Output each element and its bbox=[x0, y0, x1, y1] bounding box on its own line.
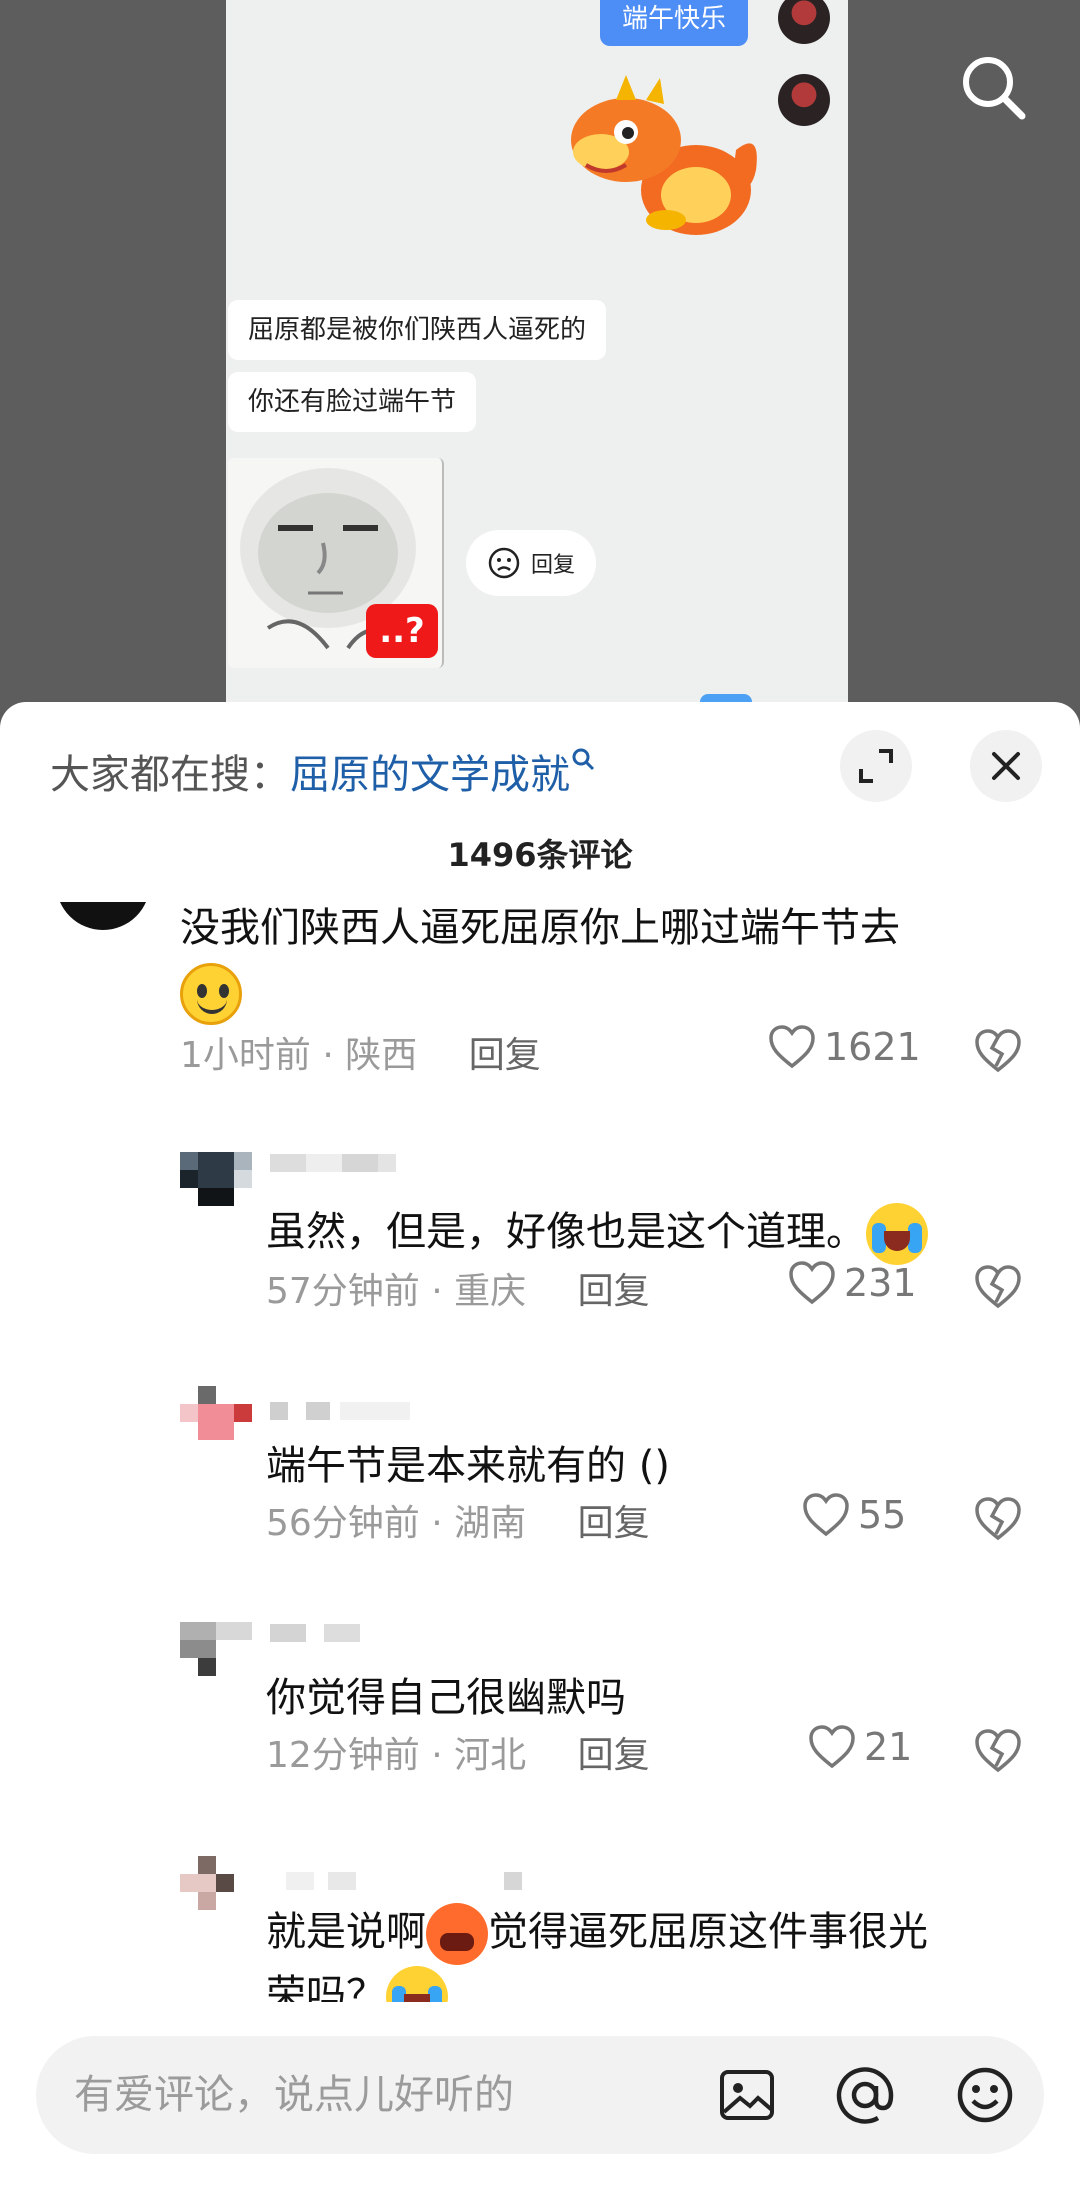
reply-chip: 回复 bbox=[466, 530, 596, 596]
like-count: 21 bbox=[864, 1725, 913, 1769]
username-redacted bbox=[340, 1402, 410, 1420]
like-count: 1621 bbox=[824, 1025, 921, 1069]
close-icon bbox=[992, 752, 1020, 780]
avatar[interactable] bbox=[180, 1386, 252, 1440]
reply-time: 56分钟前 bbox=[266, 1503, 420, 1544]
comment-time: 1小时前 bbox=[180, 1035, 311, 1076]
chat-screenshot: 端午快乐 屈原都是被你们陕西人逼死的 你还有脸过端午节 ..? 回复 bbox=[226, 0, 848, 710]
search-small-icon bbox=[572, 748, 595, 771]
received-message: 你还有脸过端午节 bbox=[228, 372, 477, 432]
expand-icon bbox=[859, 749, 893, 783]
search-icon[interactable] bbox=[958, 52, 1028, 122]
dislike-icon[interactable] bbox=[974, 1728, 1022, 1774]
like-button[interactable]: 1621 bbox=[768, 1024, 921, 1070]
face-icon bbox=[488, 547, 520, 579]
video-area[interactable]: 端午快乐 屈原都是被你们陕西人逼死的 你还有脸过端午节 ..? 回复 bbox=[0, 0, 1080, 710]
angry-emoji-icon bbox=[426, 1903, 488, 1965]
chat-avatar bbox=[778, 0, 830, 44]
comment-location: 陕西 bbox=[345, 1035, 418, 1076]
comment-input[interactable]: 有爱评论，说点儿好听的 bbox=[74, 2036, 514, 2154]
sheet-header: 大家都在搜：屈原的文学成就 bbox=[0, 702, 1080, 812]
comment-text-content: 没我们陕西人逼死屈原你上哪过端午节去 bbox=[180, 905, 900, 951]
laughing-crying-emoji-icon bbox=[386, 1966, 448, 2002]
comment-list[interactable]: 没我们陕西人逼死屈原你上哪过端午节去 1小时前 · 陕西 回复 1621 虽然，… bbox=[0, 902, 1080, 2002]
dislike-icon[interactable] bbox=[974, 1028, 1022, 1074]
username-redacted bbox=[286, 1872, 356, 1890]
search-keyword[interactable]: 屈原的文学成就 bbox=[290, 752, 570, 798]
username-redacted bbox=[270, 1154, 390, 1172]
like-count: 55 bbox=[858, 1493, 907, 1537]
comment-input-bar[interactable]: 有爱评论，说点儿好听的 bbox=[36, 2036, 1044, 2154]
avatar[interactable] bbox=[56, 902, 150, 930]
close-button[interactable] bbox=[970, 730, 1042, 802]
like-button[interactable]: 55 bbox=[802, 1492, 906, 1538]
meme-sticker: ..? bbox=[228, 458, 444, 668]
avatar[interactable] bbox=[180, 1622, 252, 1676]
reply-location: 重庆 bbox=[454, 1271, 527, 1312]
at-icon[interactable] bbox=[834, 2064, 896, 2126]
laughing-crying-emoji-icon bbox=[866, 1203, 928, 1265]
reply-text: 你觉得自己很幽默吗 bbox=[266, 1675, 626, 1721]
dislike-icon[interactable] bbox=[974, 1496, 1022, 1542]
reply-location: 湖南 bbox=[454, 1503, 527, 1544]
avatar[interactable] bbox=[180, 1152, 252, 1206]
comment-text: 没我们陕西人逼死屈原你上哪过端午节去 bbox=[180, 902, 1020, 1025]
expand-button[interactable] bbox=[840, 730, 912, 802]
heart-icon bbox=[789, 1261, 835, 1305]
heart-icon bbox=[769, 1025, 815, 1069]
image-icon[interactable] bbox=[716, 2064, 778, 2126]
reply-chip-label: 回复 bbox=[530, 553, 575, 578]
reply-text: 端午节是本来就有的 () bbox=[266, 1443, 670, 1489]
meme-badge: ..? bbox=[366, 604, 438, 658]
reply-time: 57分钟前 bbox=[266, 1271, 420, 1312]
avatar[interactable] bbox=[180, 1856, 252, 1910]
like-button[interactable]: 231 bbox=[788, 1260, 917, 1306]
reply-button[interactable]: 回复 bbox=[469, 1035, 541, 1076]
sent-message: 端午快乐 bbox=[600, 0, 749, 46]
comment-meta: 1小时前 · 陕西 回复 bbox=[180, 1035, 541, 1076]
chat-avatar bbox=[778, 74, 830, 126]
username-redacted bbox=[270, 1402, 330, 1420]
comment-sheet: 大家都在搜：屈原的文学成就 1496条评论 没我们陕西人逼死屈原你上哪过端午节去… bbox=[0, 702, 1080, 2196]
reply-text-content: 虽然，但是，好像也是这个道理。 bbox=[266, 1209, 866, 1255]
username-redacted bbox=[378, 1154, 396, 1172]
heart-icon bbox=[809, 1725, 855, 1769]
username-redacted bbox=[504, 1872, 522, 1890]
reply-text: 就是说啊 觉得逼死屈原这件事很光 荣吗？ bbox=[266, 1902, 1026, 2002]
reply-text: 虽然，但是，好像也是这个道理。 bbox=[266, 1202, 928, 1265]
reply-location: 河北 bbox=[454, 1735, 527, 1776]
reply-button[interactable]: 回复 bbox=[578, 1271, 650, 1312]
reply-meta: 12分钟前 · 河北 回复 bbox=[266, 1735, 650, 1776]
dislike-icon[interactable] bbox=[974, 1264, 1022, 1310]
received-message: 屈原都是被你们陕西人逼死的 bbox=[228, 300, 607, 360]
reply-button[interactable]: 回复 bbox=[578, 1735, 650, 1776]
search-prefix: 大家都在搜： bbox=[50, 752, 290, 798]
like-button[interactable]: 21 bbox=[808, 1724, 912, 1770]
comment-count: 1496条评论 bbox=[447, 836, 633, 874]
like-count: 231 bbox=[844, 1261, 917, 1305]
reply-time: 12分钟前 bbox=[266, 1735, 420, 1776]
emoji-icon[interactable] bbox=[954, 2064, 1016, 2126]
reply-meta: 56分钟前 · 湖南 回复 bbox=[266, 1503, 650, 1544]
reply-button[interactable]: 回复 bbox=[578, 1503, 650, 1544]
dragon-sticker bbox=[571, 75, 757, 235]
heart-icon bbox=[803, 1493, 849, 1537]
trending-search[interactable]: 大家都在搜：屈原的文学成就 bbox=[50, 742, 596, 800]
username-redacted bbox=[270, 1624, 360, 1642]
smile-emoji-icon bbox=[180, 963, 242, 1025]
reply-meta: 57分钟前 · 重庆 回复 bbox=[266, 1271, 650, 1312]
